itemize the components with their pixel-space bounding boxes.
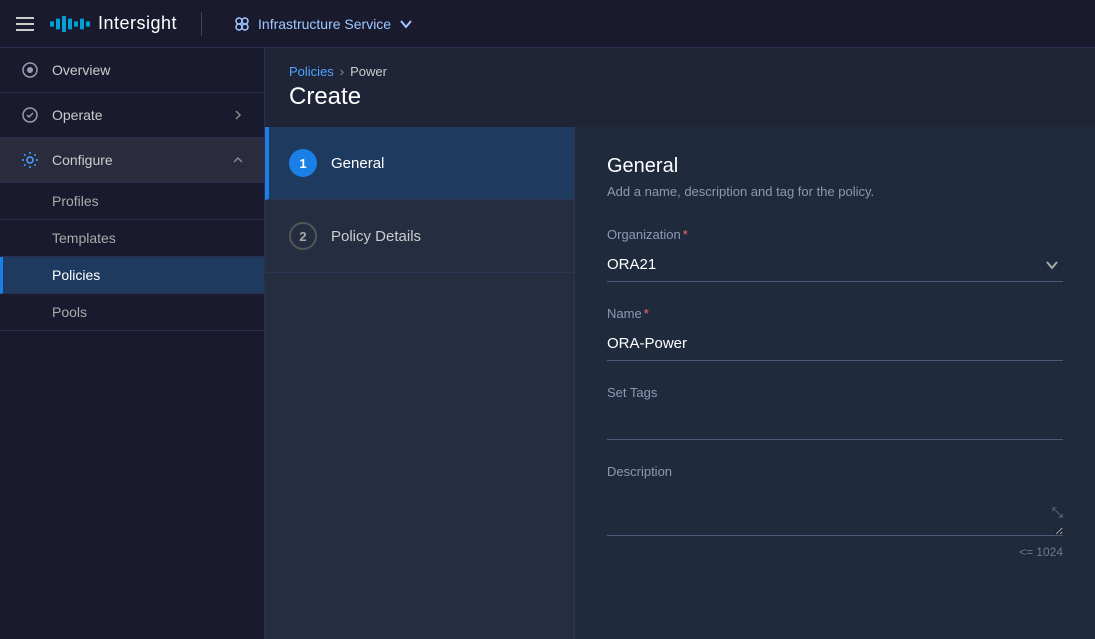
sidebar-item-configure[interactable]: Configure: [0, 138, 264, 183]
step-item-policy-details[interactable]: 2 Policy Details: [265, 200, 574, 273]
service-selector[interactable]: Infrastructure Service: [226, 12, 421, 36]
name-field: Name*: [607, 306, 1063, 361]
templates-label: Templates: [52, 230, 116, 246]
tags-input[interactable]: [607, 406, 1063, 440]
content-area: Policies › Power Create 1 General 2: [265, 48, 1095, 639]
organization-select[interactable]: ORA21: [607, 248, 1063, 282]
operate-chevron-right: [232, 109, 244, 121]
app-title: Intersight: [98, 13, 177, 34]
main-layout: Overview Operate Configure Profiles: [0, 48, 1095, 639]
name-label: Name*: [607, 306, 1063, 321]
cisco-logo: Intersight: [50, 13, 177, 34]
description-field: Description ⤡ <= 1024: [607, 464, 1063, 559]
description-wrapper: ⤡: [607, 485, 1063, 541]
hamburger-button[interactable]: [16, 17, 34, 31]
form-section-title: General: [607, 155, 1063, 178]
configure-label: Configure: [52, 152, 113, 168]
name-input[interactable]: [607, 327, 1063, 361]
step-item-general[interactable]: 1 General: [265, 127, 574, 200]
step-label-general: General: [331, 155, 384, 172]
form-section-subtitle: Add a name, description and tag for the …: [607, 184, 1063, 199]
tags-field: Set Tags: [607, 385, 1063, 440]
step-number-2: 2: [289, 222, 317, 250]
step-label-policy-details: Policy Details: [331, 228, 421, 245]
step-number-1: 1: [289, 149, 317, 177]
service-label: Infrastructure Service: [258, 16, 391, 32]
wizard-container: 1 General 2 Policy Details General Add a…: [265, 127, 1095, 639]
configure-chevron-up: [232, 154, 244, 166]
breadcrumb-policies-link[interactable]: Policies: [289, 64, 334, 79]
sidebar-item-operate[interactable]: Operate: [0, 93, 264, 138]
cisco-logo-svg: [50, 14, 90, 34]
description-textarea[interactable]: [607, 485, 1063, 536]
service-icon: [234, 16, 250, 32]
steps-panel: 1 General 2 Policy Details: [265, 127, 575, 639]
operate-icon: [20, 105, 40, 125]
sidebar: Overview Operate Configure Profiles: [0, 48, 265, 639]
configure-icon: [20, 150, 40, 170]
sidebar-item-profiles[interactable]: Profiles: [0, 183, 264, 220]
overview-label: Overview: [52, 62, 110, 78]
tags-label: Set Tags: [607, 385, 1063, 400]
sidebar-item-pools[interactable]: Pools: [0, 294, 264, 331]
page-title: Create: [265, 79, 1095, 127]
operate-label: Operate: [52, 107, 103, 123]
breadcrumb-current: Power: [350, 64, 387, 79]
char-count: <= 1024: [607, 545, 1063, 559]
organization-label: Organization*: [607, 227, 1063, 242]
description-label: Description: [607, 464, 1063, 479]
sidebar-item-templates[interactable]: Templates: [0, 220, 264, 257]
top-nav: Intersight Infrastructure Service: [0, 0, 1095, 48]
pools-label: Pools: [52, 304, 87, 320]
sidebar-item-policies[interactable]: Policies: [0, 257, 264, 294]
form-panel: General Add a name, description and tag …: [575, 127, 1095, 639]
profiles-label: Profiles: [52, 193, 99, 209]
chevron-down-icon: [399, 17, 413, 31]
organization-select-wrapper: ORA21: [607, 248, 1063, 282]
organization-field: Organization* ORA21: [607, 227, 1063, 282]
policies-label: Policies: [52, 267, 100, 283]
breadcrumb-separator: ›: [340, 64, 344, 79]
sidebar-item-overview[interactable]: Overview: [0, 48, 264, 93]
nav-divider: [201, 12, 202, 36]
overview-icon: [20, 60, 40, 80]
breadcrumb: Policies › Power: [265, 48, 1095, 79]
